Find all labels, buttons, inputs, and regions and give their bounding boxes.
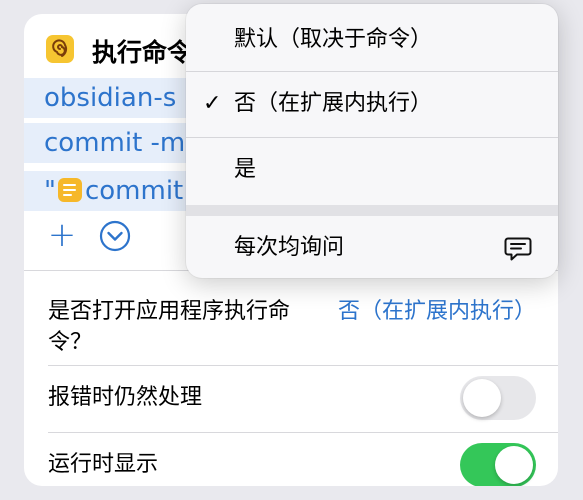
text-variable-icon bbox=[57, 178, 82, 202]
action-settings: 是否打开应用程序执行命令？ 否（在扩展内执行） 报错时仍然处理 运行时显示 bbox=[24, 270, 558, 486]
menu-item-label: 是 bbox=[234, 157, 257, 182]
continue-on-error-label: 报错时仍然处理 bbox=[48, 385, 203, 410]
menu-item-no[interactable]: ✓ 否（在扩展内执行） bbox=[186, 72, 558, 136]
show-when-run-label: 运行时显示 bbox=[48, 452, 159, 477]
quote-char: " bbox=[44, 176, 56, 206]
show-more-button[interactable] bbox=[98, 219, 134, 255]
menu-item-ask-each-time[interactable]: 每次均询问 bbox=[186, 216, 558, 278]
message-icon bbox=[504, 237, 532, 261]
continue-on-error-toggle[interactable] bbox=[460, 376, 536, 420]
plus-icon: + bbox=[47, 215, 77, 255]
checkmark-icon: ✓ bbox=[203, 91, 222, 116]
menu-item-label: 否（在扩展内执行） bbox=[234, 91, 433, 116]
menu-item-label: 每次均询问 bbox=[234, 235, 345, 260]
add-parameter-button[interactable]: + bbox=[44, 218, 80, 255]
open-app-value[interactable]: 否（在扩展内执行） bbox=[338, 296, 536, 327]
chevron-down-circle-icon bbox=[99, 220, 131, 252]
obsidian-app-icon bbox=[46, 35, 74, 63]
action-title: 执行命令 bbox=[92, 38, 193, 67]
divider bbox=[48, 432, 558, 433]
divider bbox=[48, 365, 558, 366]
menu-section-gap bbox=[186, 205, 558, 216]
menu-item-default[interactable]: 默认（取决于命令） bbox=[186, 8, 558, 72]
toggle-knob bbox=[495, 446, 533, 484]
open-app-option-menu: 默认（取决于命令） ✓ 否（在扩展内执行） 是 每次均询问 bbox=[186, 4, 558, 278]
variable-token-label[interactable]: commit bbox=[85, 176, 183, 206]
open-app-label: 是否打开应用程序执行命令？ bbox=[48, 299, 291, 355]
toggle-knob bbox=[463, 379, 501, 417]
menu-item-label: 默认（取决于命令） bbox=[234, 27, 433, 52]
show-when-run-toggle[interactable] bbox=[460, 443, 536, 486]
menu-item-yes[interactable]: 是 bbox=[186, 138, 558, 202]
